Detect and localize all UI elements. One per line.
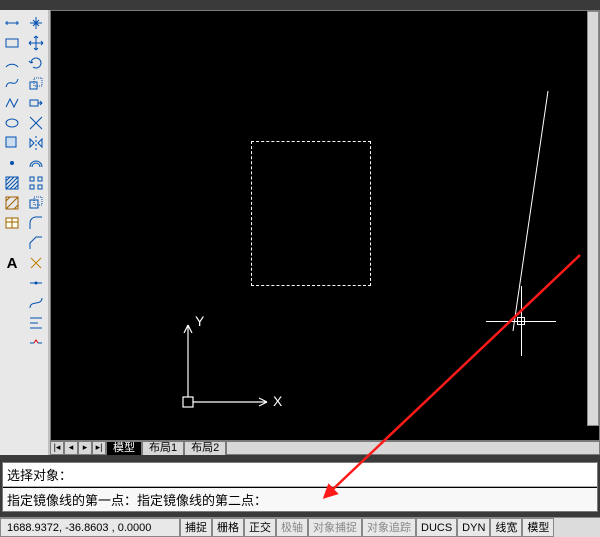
ortho-toggle[interactable]: 正交	[244, 518, 276, 537]
rotate-icon[interactable]	[26, 54, 46, 72]
text-icon[interactable]: A	[2, 254, 22, 272]
table-icon[interactable]	[2, 214, 22, 232]
modify-toolbar	[24, 10, 48, 455]
hatch2-icon[interactable]	[2, 194, 22, 212]
otrack-toggle[interactable]: 对象追踪	[362, 518, 416, 537]
layout-tabs: 模型 布局1 布局2	[106, 441, 226, 455]
copy-icon[interactable]	[26, 194, 46, 212]
align-icon[interactable]	[26, 314, 46, 332]
command-window[interactable]: 选择对象： 指定镜像线的第一点：指定镜像线的第二点：	[2, 462, 598, 512]
stretch-icon[interactable]	[26, 94, 46, 112]
hatch-icon[interactable]	[2, 174, 22, 192]
pan-icon[interactable]	[26, 14, 46, 32]
coords-readout[interactable]: 1688.9372, -36.8603 , 0.0000	[0, 518, 180, 537]
region-icon[interactable]	[2, 134, 22, 152]
dim-icon[interactable]	[2, 14, 22, 32]
command-history: 选择对象：	[3, 463, 597, 487]
ducs-toggle[interactable]: DUCS	[416, 518, 457, 537]
point-icon[interactable]	[2, 154, 22, 172]
spline-icon[interactable]	[2, 74, 22, 92]
polar-toggle[interactable]: 极轴	[276, 518, 308, 537]
tab-prev-button[interactable]: ◂	[64, 441, 78, 455]
osnap-toggle[interactable]: 对象捕捉	[308, 518, 362, 537]
model-toggle[interactable]: 模型	[522, 518, 554, 537]
tab-model[interactable]: 模型	[106, 441, 142, 455]
snap-toggle[interactable]: 捕捉	[180, 518, 212, 537]
fillet-icon[interactable]	[26, 214, 46, 232]
tab-last-button[interactable]: ▸|	[92, 441, 106, 455]
tab-layout2[interactable]: 布局2	[184, 441, 226, 455]
tab-next-button[interactable]: ▸	[78, 441, 92, 455]
scale-icon[interactable]	[26, 74, 46, 92]
horizontal-scrollbar[interactable]	[226, 441, 600, 455]
dyn-toggle[interactable]: DYN	[457, 518, 490, 537]
curve-icon[interactable]	[26, 294, 46, 312]
drawing-canvas[interactable]: Y X	[50, 10, 600, 441]
join-icon[interactable]	[26, 274, 46, 292]
mirror-icon[interactable]	[26, 134, 46, 152]
draw-toolbar: A	[0, 10, 24, 455]
tab-first-button[interactable]: |◂	[50, 441, 64, 455]
lwt-toggle[interactable]: 线宽	[490, 518, 522, 537]
move-icon[interactable]	[26, 34, 46, 52]
tab-layout1[interactable]: 布局1	[142, 441, 184, 455]
explode-icon[interactable]	[26, 254, 46, 272]
rect-icon[interactable]	[2, 34, 22, 52]
vertical-scrollbar[interactable]	[587, 11, 599, 426]
status-bar: 1688.9372, -36.8603 , 0.0000 捕捉 栅格 正交 极轴…	[0, 517, 600, 537]
chamfer-icon[interactable]	[26, 234, 46, 252]
arc-icon[interactable]	[2, 54, 22, 72]
ellipse-icon[interactable]	[2, 114, 22, 132]
command-prompt[interactable]: 指定镜像线的第一点：指定镜像线的第二点：	[3, 487, 597, 511]
grid-toggle[interactable]: 栅格	[212, 518, 244, 537]
mirror-line	[51, 11, 600, 441]
tab-nav: |◂ ◂ ▸ ▸|	[50, 441, 106, 455]
offset-icon[interactable]	[26, 154, 46, 172]
polyline-icon[interactable]	[2, 94, 22, 112]
trim-icon[interactable]	[26, 114, 46, 132]
break-icon[interactable]	[26, 334, 46, 352]
array-icon[interactable]	[26, 174, 46, 192]
